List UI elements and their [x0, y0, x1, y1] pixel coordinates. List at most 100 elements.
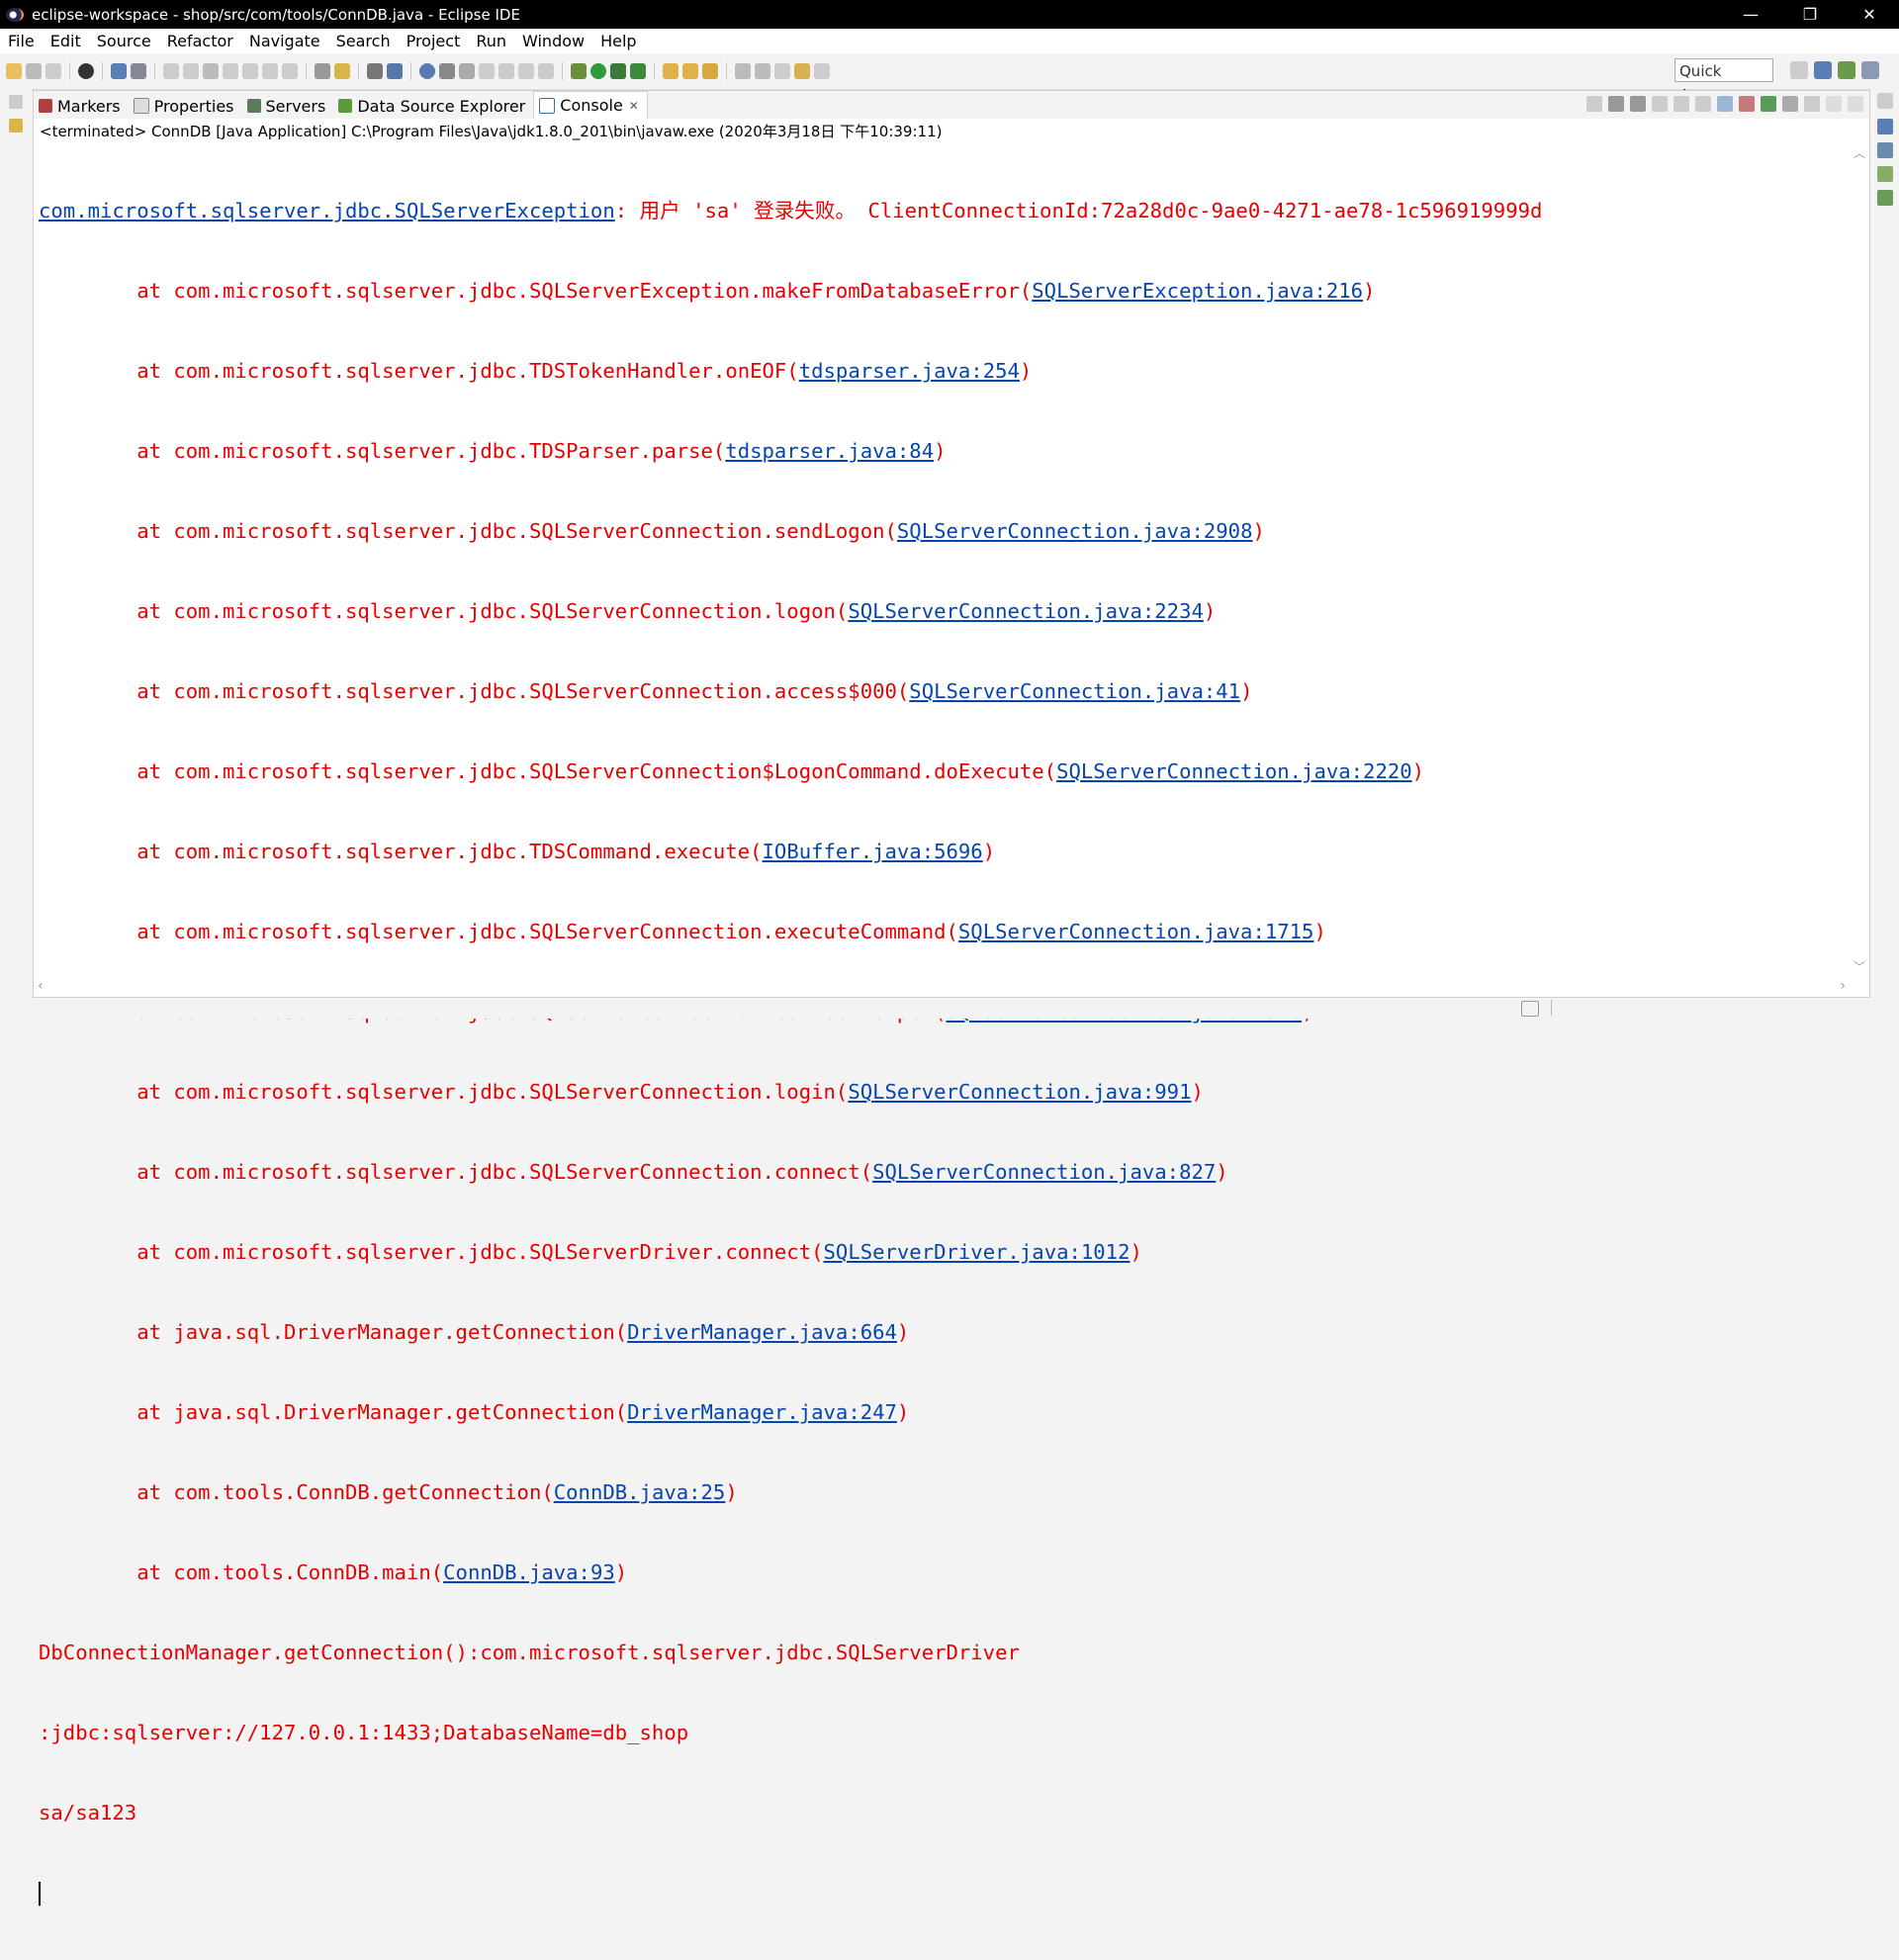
disconnect-icon[interactable]	[223, 63, 238, 79]
source-link[interactable]: SQLServerConnection.java:827	[872, 1160, 1216, 1184]
menu-file[interactable]: File	[0, 32, 43, 50]
block-selection-icon[interactable]	[498, 63, 514, 79]
console-output[interactable]: com.microsoft.sqlserver.jdbc.SQLServerEx…	[39, 144, 1542, 1960]
show-stderr-icon[interactable]	[1739, 96, 1755, 112]
tab-console[interactable]: Console ✕	[533, 91, 648, 119]
tab-properties[interactable]: Properties	[129, 93, 242, 119]
exception-class-link[interactable]: com.microsoft.sqlserver.jdbc.SQLServerEx…	[39, 199, 615, 223]
source-link[interactable]: SQLServerConnection.java:2220	[1056, 759, 1412, 783]
new-server-icon[interactable]	[367, 63, 383, 79]
outline-icon[interactable]	[1877, 119, 1893, 134]
clear-console-icon[interactable]	[1652, 96, 1668, 112]
scroll-right-icon[interactable]: ›	[1840, 978, 1846, 994]
tab-data-source-explorer[interactable]: Data Source Explorer	[333, 93, 533, 119]
previous-annotation-icon[interactable]	[755, 63, 770, 79]
web-browser-icon[interactable]	[419, 63, 435, 79]
menu-edit[interactable]: Edit	[43, 32, 89, 50]
bookmarks-icon[interactable]	[1877, 190, 1893, 206]
open-console-icon[interactable]	[1804, 96, 1820, 112]
menu-navigate[interactable]: Navigate	[241, 32, 328, 50]
build-icon[interactable]	[334, 63, 350, 79]
open-perspective-icon[interactable]	[1790, 61, 1808, 79]
scroll-up-icon[interactable]: ︿	[1854, 144, 1865, 161]
menu-refactor[interactable]: Refactor	[159, 32, 241, 50]
source-link[interactable]: DriverManager.java:664	[627, 1320, 897, 1344]
input-line[interactable]	[39, 1880, 1542, 1907]
progress-icon[interactable]	[1521, 1001, 1539, 1017]
terminate-icon[interactable]	[1586, 96, 1602, 112]
source-link[interactable]: SQLServerConnection.java:991	[848, 1080, 1191, 1104]
project-explorer-icon[interactable]	[9, 119, 23, 133]
save-all-icon[interactable]	[45, 63, 61, 79]
new-icon[interactable]	[6, 63, 22, 79]
forward-icon[interactable]	[814, 63, 830, 79]
source-link[interactable]: IOBuffer.java:5696	[763, 840, 983, 863]
skip-breakpoints-icon[interactable]	[131, 63, 146, 79]
menu-project[interactable]: Project	[399, 32, 469, 50]
tab-servers[interactable]: Servers	[242, 93, 334, 119]
menu-window[interactable]: Window	[514, 32, 592, 50]
last-edit-location-icon[interactable]	[774, 63, 790, 79]
show-stdout-icon[interactable]	[1717, 96, 1733, 112]
source-link[interactable]: SQLServerConnection.java:41	[909, 679, 1240, 703]
close-button[interactable]: ✕	[1840, 0, 1899, 29]
maximize-view-icon[interactable]	[1848, 96, 1863, 112]
open-folder-icon[interactable]	[682, 63, 698, 79]
back-icon[interactable]	[794, 63, 810, 79]
menu-search[interactable]: Search	[328, 32, 399, 50]
menu-help[interactable]: Help	[592, 32, 644, 50]
scroll-down-icon[interactable]: ﹀	[1854, 958, 1865, 975]
source-link[interactable]: ConnDB.java:93	[443, 1560, 615, 1584]
scroll-left-icon[interactable]: ‹	[38, 978, 44, 994]
source-link[interactable]: SQLServerException.java:216	[1032, 279, 1363, 303]
scroll-lock-icon[interactable]	[1673, 96, 1689, 112]
menu-run[interactable]: Run	[468, 32, 514, 50]
source-link[interactable]: SQLServerConnection.java:2908	[897, 519, 1253, 543]
debug-perspective-icon[interactable]	[1838, 61, 1855, 79]
open-task-icon[interactable]	[315, 63, 330, 79]
run-icon[interactable]	[590, 63, 606, 79]
resume-icon[interactable]	[163, 63, 179, 79]
quick-access-field[interactable]: Quick Access	[1674, 58, 1773, 104]
next-annotation-icon[interactable]	[735, 63, 751, 79]
restore-view-icon[interactable]	[1877, 93, 1893, 109]
external-tools-icon[interactable]	[630, 63, 646, 79]
source-link[interactable]: tdsparser.java:254	[799, 359, 1020, 383]
suspend-icon[interactable]	[183, 63, 199, 79]
terminate-icon[interactable]	[203, 63, 219, 79]
debug-icon[interactable]	[571, 63, 587, 79]
source-link[interactable]: SQLServerConnection.java:2234	[848, 599, 1204, 623]
menu-source[interactable]: Source	[89, 32, 159, 50]
source-link[interactable]: SQLServerDriver.java:1012	[824, 1240, 1130, 1264]
profile-icon[interactable]	[78, 63, 94, 79]
close-tab-icon[interactable]: ✕	[629, 99, 639, 113]
search-icon[interactable]	[439, 63, 455, 79]
save-icon[interactable]	[26, 63, 42, 79]
minimize-view-icon[interactable]	[1826, 96, 1842, 112]
task-list-icon[interactable]	[1877, 142, 1893, 158]
mark-occurrences-icon[interactable]	[479, 63, 495, 79]
remove-launch-icon[interactable]	[1608, 96, 1624, 112]
horizontal-scrollbar[interactable]: ‹ ›	[34, 977, 1850, 997]
tab-markers[interactable]: Markers	[34, 93, 129, 119]
step-return-icon[interactable]	[282, 63, 298, 79]
open-type-icon[interactable]	[663, 63, 678, 79]
minimize-button[interactable]: —	[1721, 0, 1780, 29]
source-link[interactable]: ConnDB.java:25	[554, 1480, 726, 1504]
publish-icon[interactable]	[387, 63, 403, 79]
word-wrap-icon[interactable]	[1695, 96, 1711, 112]
annotation-icon[interactable]	[459, 63, 475, 79]
source-link[interactable]: SQLServerConnection.java:1715	[958, 920, 1314, 943]
source-link[interactable]: DriverManager.java:247	[627, 1400, 897, 1424]
restore-view-icon[interactable]	[9, 95, 23, 109]
java-perspective-icon[interactable]	[1861, 61, 1879, 79]
vertical-scrollbar[interactable]: ︿ ﹀	[1850, 144, 1869, 975]
show-whitespace-icon[interactable]	[538, 63, 554, 79]
pin-console-icon[interactable]	[1761, 96, 1776, 112]
terminal-icon[interactable]	[111, 63, 127, 79]
palette-icon[interactable]	[1877, 166, 1893, 182]
step-into-icon[interactable]	[242, 63, 258, 79]
pen-icon[interactable]	[702, 63, 718, 79]
source-link[interactable]: tdsparser.java:84	[725, 439, 934, 463]
coverage-icon[interactable]	[610, 63, 626, 79]
